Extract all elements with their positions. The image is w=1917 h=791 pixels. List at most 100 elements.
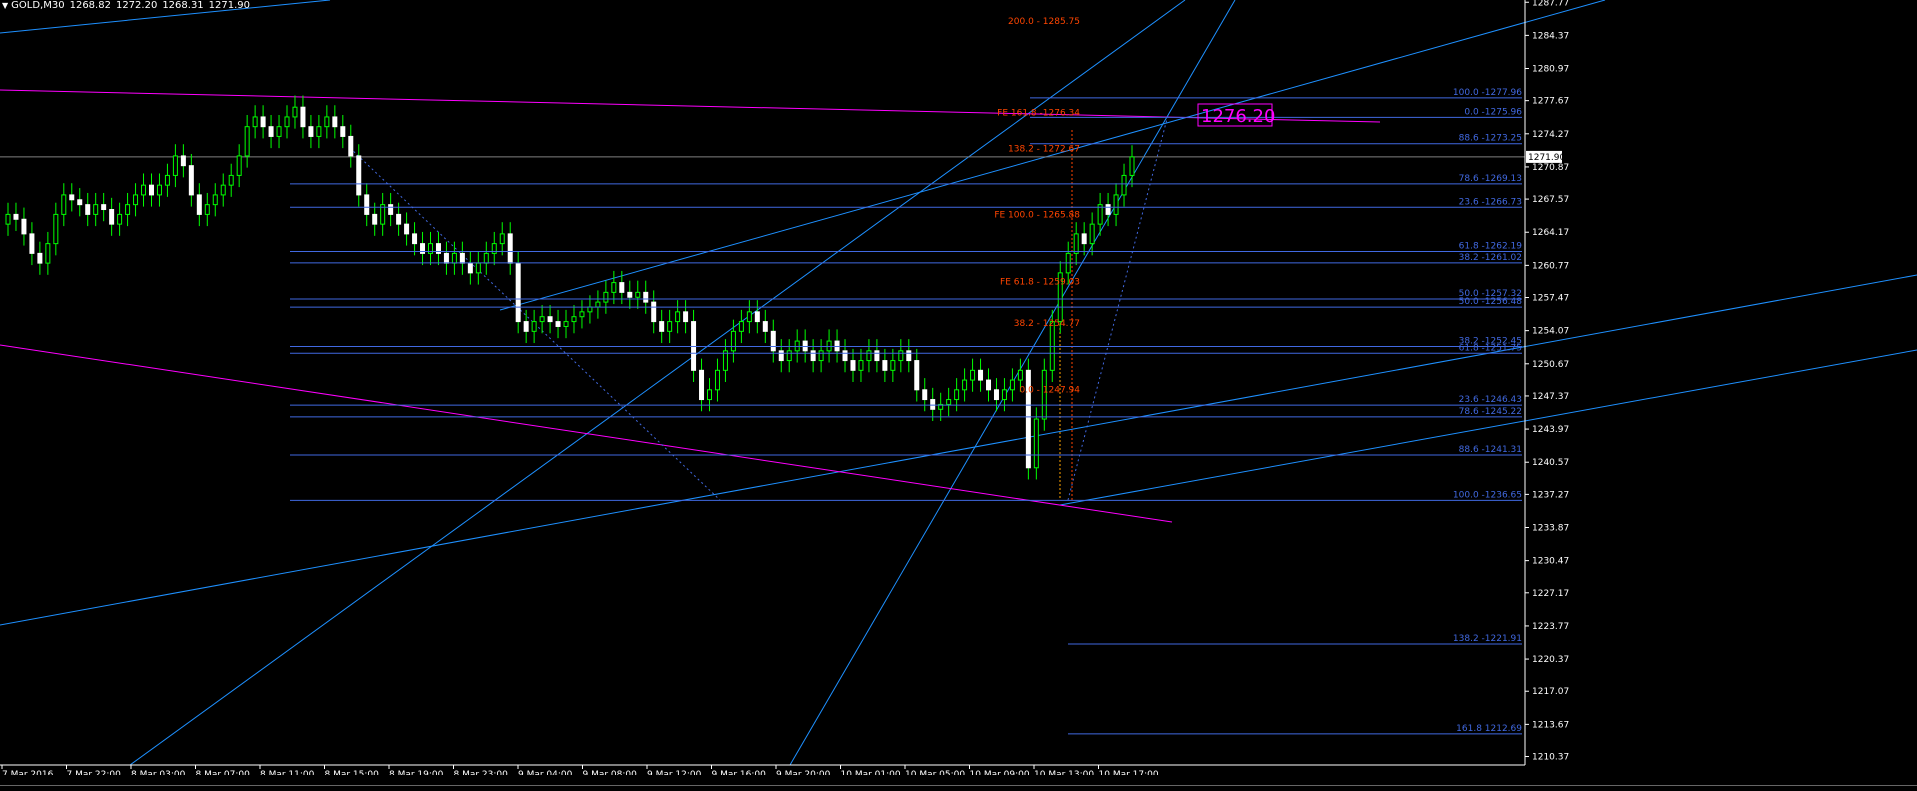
candle-body <box>651 301 657 323</box>
candle-body <box>1121 174 1127 196</box>
candle-body <box>348 135 354 157</box>
price-tick-label: 1270.87 <box>1532 163 1569 173</box>
candle-body <box>21 218 27 235</box>
candle-body <box>579 311 585 318</box>
candle-body <box>451 252 457 264</box>
price-tick-label: 1210.37 <box>1532 753 1569 763</box>
candle-body <box>69 194 75 201</box>
bottom-tab-bar <box>0 775 1917 790</box>
candle-body <box>412 233 418 245</box>
price-tick-label: 1230.47 <box>1532 557 1569 567</box>
candle-body <box>53 213 59 245</box>
candle-body <box>858 360 864 371</box>
candle-body <box>611 282 617 293</box>
candle-body <box>842 350 848 362</box>
tab-strip[interactable] <box>0 785 1917 791</box>
high-value: 1272.20 <box>115 0 158 11</box>
candle-body <box>141 184 147 196</box>
candle-body <box>619 282 625 293</box>
fib-level-label: 38.2 -1261.02 <box>1459 253 1522 263</box>
candle-body <box>300 106 306 128</box>
candle-body <box>1073 233 1079 254</box>
candle-body <box>914 360 920 391</box>
candle-body <box>61 194 67 215</box>
candle-body <box>443 252 449 264</box>
price-tick-label: 1260.77 <box>1532 261 1569 271</box>
fe-label: FE 61.8 - 1259.03 <box>1000 277 1080 287</box>
candle-body <box>196 194 202 215</box>
candle-body <box>356 155 362 196</box>
candle-body <box>396 213 402 225</box>
candle-body <box>133 194 139 206</box>
candle-body <box>475 262 481 274</box>
candle-body <box>563 321 569 327</box>
fib-level-label: 0.0 -1275.96 <box>1464 107 1522 117</box>
fib-level-label: 88.6 -1273.25 <box>1459 134 1522 144</box>
fe-label: FE 100.0 - 1265.88 <box>994 211 1080 221</box>
candle-body <box>316 126 322 137</box>
candle-body <box>507 233 513 264</box>
fib-level-label: 78.6 -1245.22 <box>1459 407 1522 417</box>
candle-body <box>228 174 234 186</box>
candle-body <box>268 126 274 137</box>
candle-body <box>1105 204 1111 215</box>
candle-body <box>188 165 194 196</box>
candle-body <box>850 360 856 371</box>
candle-body <box>635 291 641 298</box>
price-tick-label: 1227.17 <box>1532 589 1569 599</box>
price-tick-label: 1274.27 <box>1532 130 1569 140</box>
candle-body <box>308 126 314 137</box>
candle-body <box>906 350 912 362</box>
candle-body <box>499 233 505 245</box>
price-chart[interactable]: 100.0 -1277.96 0.0 -1275.96 88.6 -1273.25 7… <box>0 0 1917 790</box>
candle-body <box>1009 379 1015 391</box>
fe-label: 0.0 - 1247.94 <box>1020 385 1081 395</box>
candle-body <box>954 389 960 401</box>
candle-body <box>1081 233 1087 245</box>
price-tick-label: 1257.47 <box>1532 294 1569 304</box>
candle-body <box>372 213 378 225</box>
price-tick-label: 1284.37 <box>1532 31 1569 41</box>
fib-level-label: 23.6 -1246.43 <box>1459 395 1522 405</box>
candle-body <box>946 399 952 405</box>
candle-body <box>1113 194 1119 215</box>
candle-body <box>675 311 681 323</box>
price-tick-label: 1277.67 <box>1532 97 1569 107</box>
candle-body <box>970 369 976 381</box>
candle-body <box>523 321 529 332</box>
candle-body <box>986 379 992 391</box>
candle-body <box>818 350 824 362</box>
fib-level-label: 50.0 -1256.48 <box>1459 297 1523 307</box>
fe-label: FE 161.8 -1276.34 <box>997 109 1080 119</box>
chevron-down-icon[interactable]: ▼ <box>2 1 8 10</box>
candle-body <box>531 321 537 332</box>
candle-body <box>627 291 633 298</box>
fib-level-label: 61.8 -1262.19 <box>1459 242 1523 252</box>
candle-body <box>659 321 665 332</box>
candle-body <box>1089 223 1095 245</box>
candle-body <box>603 291 609 303</box>
candle-body <box>236 155 242 176</box>
price-tick-label: 1233.87 <box>1532 524 1569 534</box>
candle-body <box>180 155 186 167</box>
candle-body <box>324 116 330 128</box>
candle-body <box>101 204 107 211</box>
candle-body <box>204 204 210 215</box>
fib-level-label: 61.8 -1251.75 <box>1459 343 1522 353</box>
candle-body <box>117 213 123 225</box>
candle-body <box>643 291 649 303</box>
candle-body <box>515 262 521 323</box>
candle-body <box>364 194 370 215</box>
candle-body <box>730 330 736 352</box>
candle-body <box>276 126 282 137</box>
low-value: 1268.31 <box>162 0 204 11</box>
price-tick-label: 1250.67 <box>1532 360 1569 370</box>
price-tick-label: 1240.57 <box>1532 458 1569 468</box>
fib-level-label: 78.6 -1269.13 <box>1459 174 1522 184</box>
price-tick-label: 1217.07 <box>1532 687 1569 697</box>
candle-body <box>125 204 131 215</box>
price-tick-label: 1213.67 <box>1532 720 1569 730</box>
candle-body <box>37 252 43 264</box>
price-label-text: 1276.20 <box>1201 106 1275 127</box>
candle-body <box>786 350 792 362</box>
